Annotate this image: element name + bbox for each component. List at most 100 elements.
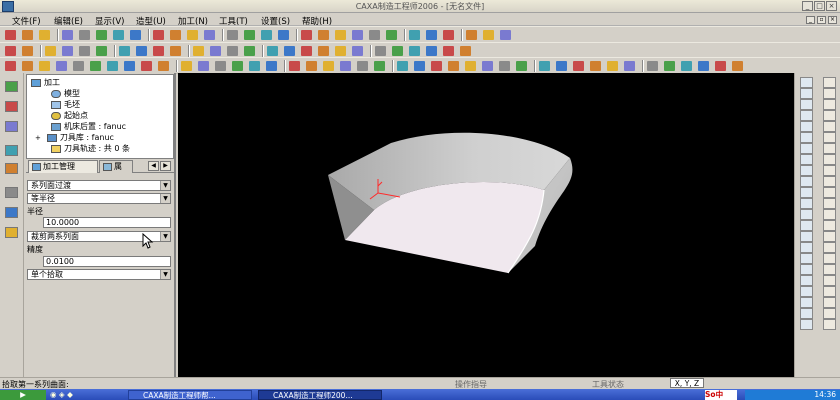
tree-item-post-processor[interactable]: 机床后置 : fanuc [51, 121, 126, 132]
tab-machining-manager[interactable]: 加工管理 [28, 160, 98, 173]
toolbar-tool-icon[interactable] [318, 30, 329, 40]
toolbar-tool-icon[interactable] [39, 30, 50, 40]
toolbar-tool-icon[interactable] [22, 30, 33, 40]
radius-input[interactable]: 10.0000 [43, 217, 171, 228]
toolbar-tool-icon[interactable] [113, 30, 124, 40]
right-tool-icon[interactable] [823, 264, 836, 275]
toolbar-tool-icon[interactable] [352, 30, 363, 40]
right-tool-icon[interactable] [823, 88, 836, 99]
toolbar-tool-icon[interactable] [443, 30, 454, 40]
toolbar-tool-icon[interactable] [249, 61, 260, 71]
tab-scroll-left[interactable]: ◀ [148, 161, 159, 171]
toolbar-tool-icon[interactable] [443, 46, 454, 56]
right-tool-icon[interactable] [800, 143, 813, 154]
toolbar-tool-icon[interactable] [244, 30, 255, 40]
toolbar-tool-icon[interactable] [153, 46, 164, 56]
toolbar-tool-icon[interactable] [374, 61, 385, 71]
toolbar-tool-icon[interactable] [335, 46, 346, 56]
task-button-help[interactable]: CAXA制造工程师帮... [128, 390, 252, 400]
right-tool-icon[interactable] [800, 176, 813, 187]
toolbar-tool-icon[interactable] [573, 61, 584, 71]
surface-type-select[interactable]: 系列面过渡 ▼ [27, 180, 171, 191]
right-tool-icon[interactable] [800, 187, 813, 198]
right-tool-icon[interactable] [823, 297, 836, 308]
right-tool-icon[interactable] [800, 209, 813, 220]
toolbar-tool-icon[interactable] [227, 46, 238, 56]
left-tool-icon[interactable] [5, 101, 18, 112]
toolbar-tool-icon[interactable] [715, 61, 726, 71]
toolbar-tool-icon[interactable] [204, 30, 215, 40]
right-tool-icon[interactable] [823, 143, 836, 154]
toolbar-tool-icon[interactable] [62, 46, 73, 56]
right-tool-icon[interactable] [823, 176, 836, 187]
toolbar-tool-icon[interactable] [409, 46, 420, 56]
toolbar-tool-icon[interactable] [193, 46, 204, 56]
toolbar-tool-icon[interactable] [130, 30, 141, 40]
graphics-viewport[interactable] [178, 73, 794, 377]
toolbar-tool-icon[interactable] [96, 46, 107, 56]
right-tool-icon[interactable] [823, 132, 836, 143]
ime-indicator[interactable]: So中 [705, 390, 737, 400]
right-tool-icon[interactable] [823, 286, 836, 297]
right-tool-icon[interactable] [823, 253, 836, 264]
toolbar-tool-icon[interactable] [210, 46, 221, 56]
toolbar-tool-icon[interactable] [119, 46, 130, 56]
toolbar-tool-icon[interactable] [357, 61, 368, 71]
toolbar-tool-icon[interactable] [431, 61, 442, 71]
right-tool-icon[interactable] [800, 242, 813, 253]
toolbar-tool-icon[interactable] [79, 30, 90, 40]
toolbar-tool-icon[interactable] [732, 61, 743, 71]
toolbar-tool-icon[interactable] [369, 30, 380, 40]
toolbar-tool-icon[interactable] [124, 61, 135, 71]
toolbar-tool-icon[interactable] [22, 46, 33, 56]
right-tool-icon[interactable] [800, 297, 813, 308]
right-tool-icon[interactable] [800, 110, 813, 121]
pick-mode-select[interactable]: 单个拾取 ▼ [27, 269, 171, 280]
left-tool-icon[interactable] [5, 207, 18, 218]
right-tool-icon[interactable] [823, 275, 836, 286]
coord-mode[interactable]: X, Y, Z [670, 378, 704, 388]
right-tool-icon[interactable] [800, 253, 813, 264]
toolbar-tool-icon[interactable] [266, 61, 277, 71]
right-tool-icon[interactable] [800, 154, 813, 165]
tree-item-toolpath[interactable]: 刀具轨迹 : 共 0 条 [51, 143, 130, 154]
left-tool-icon[interactable] [5, 187, 18, 198]
mdi-minimize-button[interactable]: _ [806, 16, 815, 24]
right-tool-icon[interactable] [823, 99, 836, 110]
toolbar-tool-icon[interactable] [22, 61, 33, 71]
toolbar-tool-icon[interactable] [79, 46, 90, 56]
toolbar-tool-icon[interactable] [153, 30, 164, 40]
toolbar-tool-icon[interactable] [141, 61, 152, 71]
tab-properties[interactable]: 属 [99, 160, 133, 173]
toolbar-tool-icon[interactable] [698, 61, 709, 71]
toolbar-tool-icon[interactable] [56, 61, 67, 71]
right-tool-icon[interactable] [823, 77, 836, 88]
toolbar-tool-icon[interactable] [232, 61, 243, 71]
right-tool-icon[interactable] [800, 308, 813, 319]
right-tool-icon[interactable] [800, 165, 813, 176]
left-tool-icon[interactable] [5, 121, 18, 132]
toolbar-tool-icon[interactable] [340, 61, 351, 71]
left-tool-icon[interactable] [5, 145, 18, 156]
right-tool-icon[interactable] [823, 220, 836, 231]
toolbar-tool-icon[interactable] [323, 61, 334, 71]
toolbar-tool-icon[interactable] [39, 61, 50, 71]
tab-scroll-right[interactable]: ▶ [160, 161, 171, 171]
toolbar-tool-icon[interactable] [539, 61, 550, 71]
close-button[interactable]: × [826, 1, 837, 11]
toolbar-tool-icon[interactable] [664, 61, 675, 71]
toolbar-tool-icon[interactable] [392, 46, 403, 56]
toolbar-tool-icon[interactable] [198, 61, 209, 71]
left-tool-icon[interactable] [5, 227, 18, 238]
toolbar-tool-icon[interactable] [516, 61, 527, 71]
left-tool-icon[interactable] [5, 81, 18, 92]
toolbar-tool-icon[interactable] [215, 61, 226, 71]
toolbar-tool-icon[interactable] [90, 61, 101, 71]
toolbar-tool-icon[interactable] [96, 30, 107, 40]
right-tool-icon[interactable] [800, 286, 813, 297]
tree-item-tool-library[interactable]: + 刀具库 : fanuc [35, 132, 114, 143]
toolbar-tool-icon[interactable] [590, 61, 601, 71]
toolbar-tool-icon[interactable] [45, 46, 56, 56]
tree-item-model[interactable]: 模型 [51, 88, 80, 99]
toolbar-tool-icon[interactable] [5, 61, 16, 71]
